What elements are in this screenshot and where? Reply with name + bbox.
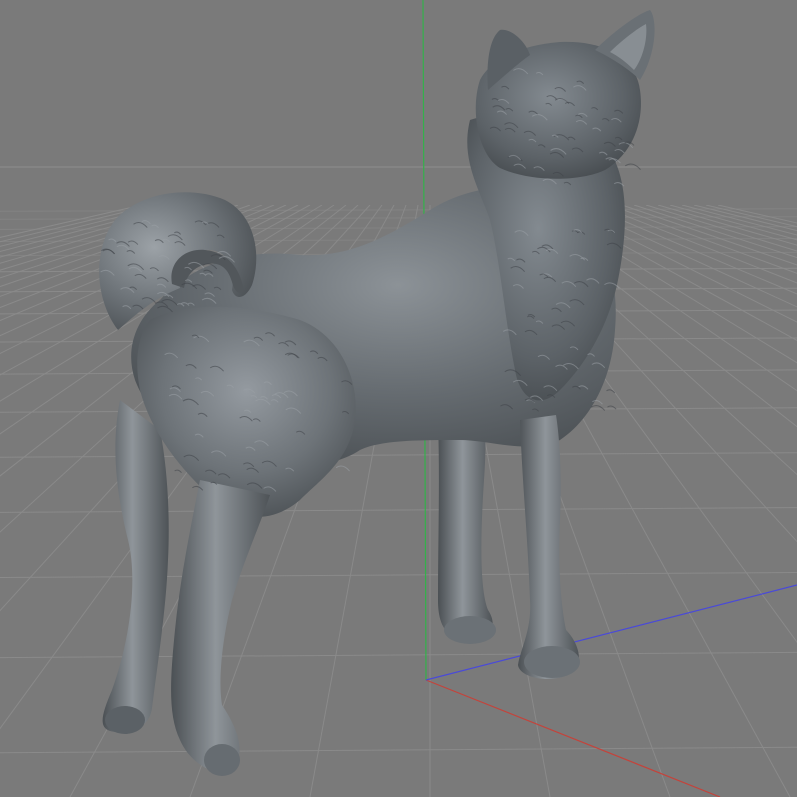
dog-paw-near-hind xyxy=(204,744,240,776)
dog-paw-far-hind xyxy=(105,706,145,734)
sky-area xyxy=(0,0,797,205)
dog-paw-near-front xyxy=(524,646,580,678)
dog-paw-far-front xyxy=(444,616,496,644)
3d-viewport[interactable] xyxy=(0,0,797,797)
viewport-canvas[interactable] xyxy=(0,0,797,797)
